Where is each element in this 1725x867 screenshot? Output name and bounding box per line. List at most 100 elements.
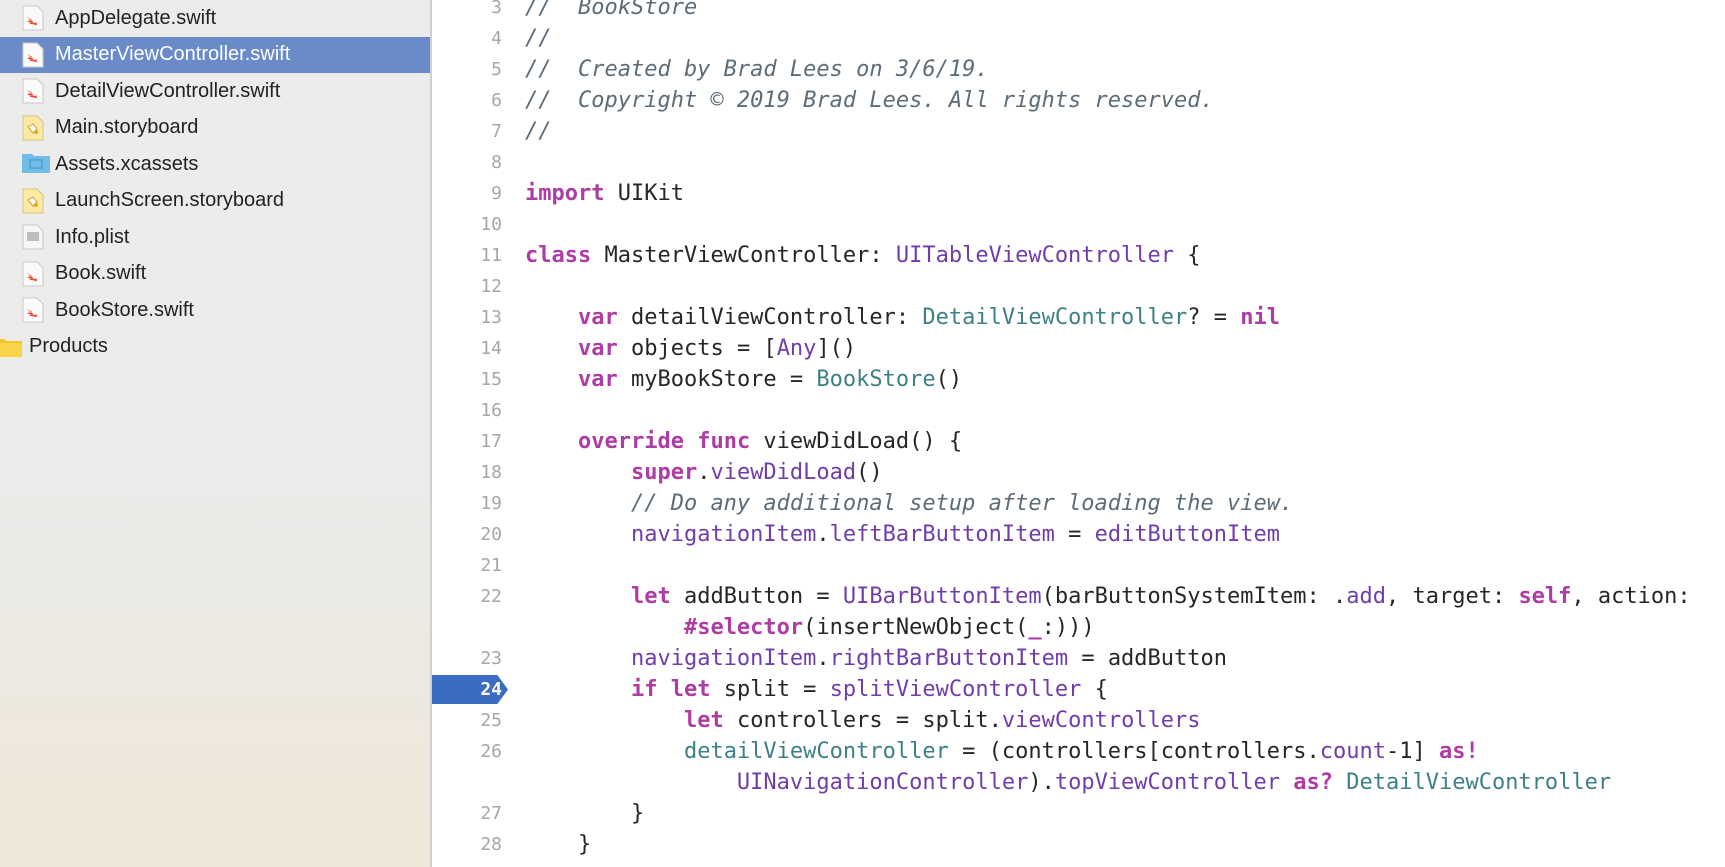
- navigator-item[interactable]: Main.storyboard: [0, 110, 430, 146]
- plain-token: (): [935, 367, 963, 392]
- navigator-item[interactable]: LaunchScreen.storyboard: [0, 183, 430, 219]
- line-number[interactable]: 11: [432, 240, 502, 271]
- navigator-item[interactable]: DetailViewController.swift: [0, 73, 430, 109]
- code-line[interactable]: 11 class MasterViewController: UITableVie…: [432, 240, 1725, 271]
- navigator-item[interactable]: Products: [0, 329, 430, 365]
- code-line[interactable]: 15 var myBookStore = BookStore(): [432, 364, 1725, 395]
- keyword-token: let: [630, 584, 671, 609]
- code-line-continuation[interactable]: UINavigationController).topViewControlle…: [432, 767, 1725, 798]
- swift-file-icon: [22, 261, 44, 287]
- line-number[interactable]: 26: [432, 736, 502, 767]
- type-token: rightBarButtonItem: [829, 646, 1069, 671]
- line-number[interactable]: 3: [432, 0, 502, 23]
- code-line[interactable]: 10: [432, 209, 1725, 240]
- type-token: topViewController: [1054, 770, 1280, 795]
- type-token: editButtonItem: [1094, 522, 1281, 547]
- line-number[interactable]: 12: [432, 271, 502, 302]
- line-number[interactable]: 27: [432, 798, 502, 829]
- navigator-item[interactable]: AppDelegate.swift: [0, 0, 430, 36]
- code-line[interactable]: 14 var objects = [Any](): [432, 333, 1725, 364]
- line-number[interactable]: 6: [432, 85, 502, 116]
- code-line[interactable]: 24 if let split = splitViewController {: [432, 674, 1725, 705]
- line-number[interactable]: 9: [432, 178, 502, 209]
- code-line[interactable]: 17 override func viewDidLoad() {: [432, 426, 1725, 457]
- line-number[interactable]: 24: [432, 674, 502, 705]
- line-number[interactable]: 13: [432, 302, 502, 333]
- line-number[interactable]: 23: [432, 643, 502, 674]
- line-number[interactable]: 21: [432, 550, 502, 581]
- line-number[interactable]: 28: [432, 829, 502, 860]
- line-number[interactable]: 22: [432, 581, 502, 612]
- line-number[interactable]: 4: [432, 23, 502, 54]
- source-editor[interactable]: 3 // BookStore 4 // 5 // Created by Brad Lees…: [432, 0, 1725, 867]
- navigator-item[interactable]: BookStore.swift: [0, 292, 430, 328]
- folder-icon: [0, 337, 22, 357]
- line-number[interactable]: 15: [432, 364, 502, 395]
- line-number[interactable]: 5: [432, 54, 502, 85]
- plain-token: ).: [1028, 770, 1055, 795]
- code-line[interactable]: 29: [432, 860, 1725, 867]
- code-line[interactable]: 20 navigationItem.leftBarButtonItem = ed…: [432, 519, 1725, 550]
- navigator-item[interactable]: Assets.xcassets: [0, 146, 430, 182]
- plain-token: }: [525, 801, 645, 826]
- code-line[interactable]: 26 detailViewController = (controllers[c…: [432, 736, 1725, 767]
- code-line[interactable]: 23 navigationItem.rightBarButtonItem = a…: [432, 643, 1725, 674]
- line-number[interactable]: 17: [432, 426, 502, 457]
- code-line[interactable]: 22 let addButton = UIBarButtonItem(barBu…: [432, 581, 1725, 612]
- code-text: let controllers = split.viewControllers: [525, 705, 1201, 736]
- line-number[interactable]: 20: [432, 519, 502, 550]
- line-number[interactable]: 25: [432, 705, 502, 736]
- code-text: }: [525, 829, 591, 860]
- code-line[interactable]: 4 //: [432, 23, 1725, 54]
- plain-token: ](): [816, 336, 857, 361]
- code-line[interactable]: 21: [432, 550, 1725, 581]
- keyword-token: _: [1028, 615, 1042, 640]
- code-text: UINavigationController).topViewControlle…: [525, 767, 1611, 798]
- code-line[interactable]: 3 // BookStore: [432, 0, 1725, 23]
- code-line[interactable]: 5 // Created by Brad Lees on 3/6/19.: [432, 54, 1725, 85]
- line-number[interactable]: 8: [432, 147, 502, 178]
- line-number[interactable]: 10: [432, 209, 502, 240]
- keyword-token: var: [577, 336, 618, 361]
- code-line[interactable]: 25 let controllers = split.viewControlle…: [432, 705, 1725, 736]
- navigator-item-label: BookStore.swift: [55, 298, 194, 321]
- navigator-item[interactable]: MasterViewController.swift: [0, 36, 430, 73]
- code-line[interactable]: 9 import UIKit: [432, 178, 1725, 209]
- type-token: splitViewController: [829, 677, 1082, 702]
- code-text: var myBookStore = BookStore(): [525, 364, 962, 395]
- navigator-item[interactable]: Info.plist: [0, 219, 430, 255]
- code-line[interactable]: 13 var detailViewController: DetailViewC…: [432, 302, 1725, 333]
- plain-token: (insertNewObject(: [803, 615, 1029, 640]
- code-line[interactable]: 28 }: [432, 829, 1725, 860]
- code-line-continuation[interactable]: #selector(insertNewObject(_:))): [432, 612, 1725, 643]
- plain-token: controllers = split.: [723, 708, 1002, 733]
- code-line[interactable]: 7 //: [432, 116, 1725, 147]
- code-line[interactable]: 8: [432, 147, 1725, 178]
- type-token: viewDidLoad: [710, 460, 857, 485]
- type-token: count: [1319, 739, 1386, 764]
- code-line[interactable]: 19 // Do any additional setup after load…: [432, 488, 1725, 519]
- code-line[interactable]: 18 super.viewDidLoad(): [432, 457, 1725, 488]
- line-number[interactable]: 16: [432, 395, 502, 426]
- navigator-item-label: Info.plist: [55, 225, 130, 248]
- navigator-item-label: Products: [29, 335, 108, 357]
- code-line[interactable]: 6 // Copyright © 2019 Brad Lees. All righ…: [432, 85, 1725, 116]
- code-line[interactable]: 12: [432, 271, 1725, 302]
- line-number[interactable]: 7: [432, 116, 502, 147]
- line-number[interactable]: 29: [432, 860, 502, 867]
- line-number[interactable]: 18: [432, 457, 502, 488]
- code-line[interactable]: 16: [432, 395, 1725, 426]
- line-number[interactable]: 19: [432, 488, 502, 519]
- storyboard-file-icon: [22, 188, 44, 214]
- code-line[interactable]: 27 }: [432, 798, 1725, 829]
- line-number[interactable]: 14: [432, 333, 502, 364]
- navigator-item[interactable]: Book.swift: [0, 256, 430, 292]
- code-text: var detailViewController: DetailViewCont…: [525, 302, 1280, 333]
